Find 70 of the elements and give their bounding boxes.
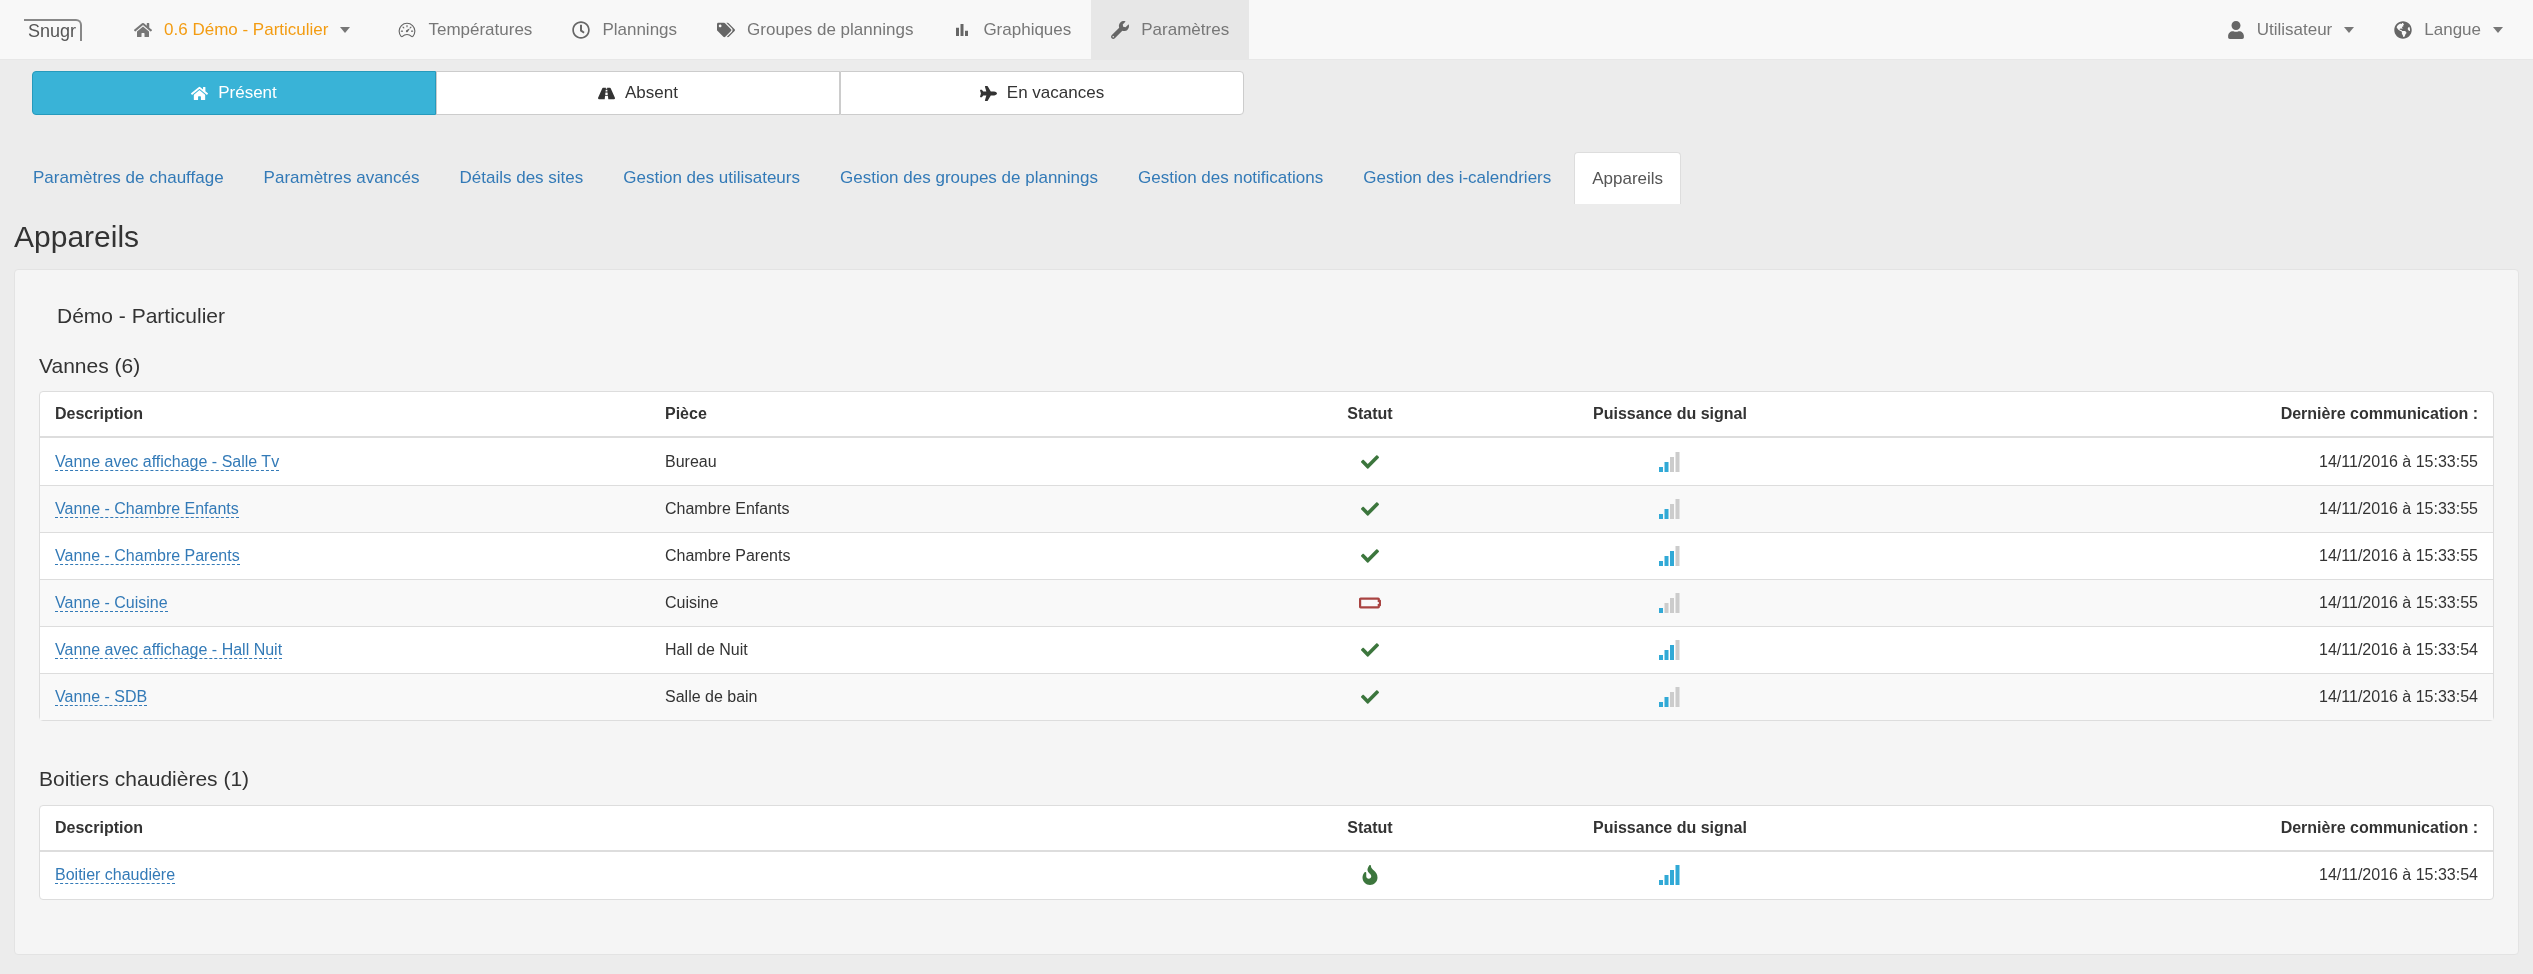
nav-item[interactable]: Températures: [378, 0, 553, 59]
timestamp-cell: 14/11/2016 à 15:33:54: [2319, 866, 2478, 883]
caret-icon: [340, 26, 351, 33]
mode-button[interactable]: En vacances: [840, 71, 1244, 115]
user-icon: [2226, 20, 2245, 39]
check-icon: [1361, 500, 1379, 518]
caret-icon: [2344, 26, 2355, 33]
nav-item[interactable]: Groupes de plannings: [697, 0, 934, 59]
logo[interactable]: Snugr: [24, 18, 83, 41]
device-link[interactable]: Vanne - Cuisine: [55, 594, 168, 612]
column-header: Dernière communication :: [2280, 405, 2478, 422]
timestamp-cell: 14/11/2016 à 15:33:55: [2319, 500, 2478, 517]
column-header: Statut: [1347, 818, 1393, 836]
device-link[interactable]: Vanne avec affichage - Salle Tv: [55, 452, 280, 471]
nav-dropdown[interactable]: Utilisateur: [2206, 0, 2375, 59]
device-link[interactable]: Boitier chaudière: [55, 866, 176, 884]
flame-icon: [1361, 865, 1379, 885]
check-icon: [1361, 547, 1379, 565]
home-icon: [191, 84, 209, 102]
column-header: Description: [55, 818, 143, 836]
check-icon: [1361, 641, 1379, 659]
nav-item[interactable]: Paramètres: [1091, 0, 1250, 59]
column-header: Statut: [1347, 405, 1393, 422]
globe-icon: [2394, 20, 2413, 39]
mode-button[interactable]: Absent: [436, 71, 840, 115]
gauge-icon: [398, 20, 417, 39]
timestamp-cell: 14/11/2016 à 15:33:54: [2319, 641, 2478, 658]
timestamp-cell: 14/11/2016 à 15:33:55: [2319, 594, 2478, 611]
plane-icon: [979, 84, 997, 102]
room-cell: Hall de Nuit: [665, 641, 748, 658]
column-header: Puissance du signal: [1593, 818, 1747, 836]
room-cell: Chambre Parents: [665, 547, 791, 564]
nav-item[interactable]: Graphiques: [933, 0, 1092, 59]
check-icon: [1361, 452, 1379, 471]
timestamp-cell: 14/11/2016 à 15:33:55: [2319, 452, 2478, 470]
tags-icon: [717, 20, 736, 39]
clock-icon: [572, 20, 591, 39]
section-title: Boitiers chaudières (1): [39, 766, 251, 792]
device-link[interactable]: Vanne avec affichage - Hall Nuit: [55, 641, 283, 659]
room-cell: Salle de bain: [665, 688, 758, 705]
room-cell: Cuisine: [665, 594, 719, 611]
room-cell: Chambre Enfants: [665, 500, 790, 517]
settings-tab[interactable]: Détails des sites: [442, 152, 601, 204]
settings-tab[interactable]: Paramètres de chauffage: [16, 152, 241, 204]
column-header: Pièce: [665, 405, 707, 422]
caret-icon: [2493, 26, 2503, 33]
settings-tab[interactable]: Appareils: [1574, 152, 1682, 204]
device-link[interactable]: Vanne - Chambre Parents: [55, 547, 240, 565]
wrench-icon: [1111, 20, 1130, 39]
settings-tab[interactable]: Gestion des groupes de plannings: [823, 152, 1115, 204]
mode-button[interactable]: Présent: [32, 71, 436, 115]
device-link[interactable]: Vanne - SDB: [55, 688, 148, 706]
site-name: Démo - Particulier: [56, 303, 227, 329]
check-icon: [1361, 688, 1379, 706]
nav-item[interactable]: Plannings: [552, 0, 698, 59]
timestamp-cell: 14/11/2016 à 15:33:55: [2319, 547, 2478, 564]
room-cell: Bureau: [665, 452, 717, 470]
timestamp-cell: 14/11/2016 à 15:33:54: [2319, 688, 2478, 705]
column-header: Dernière communication :: [2280, 818, 2478, 836]
section-title: Vannes (6): [39, 352, 142, 379]
column-header: Puissance du signal: [1593, 405, 1747, 422]
home-icon: [134, 20, 153, 39]
settings-tab[interactable]: Paramètres avancés: [246, 152, 437, 204]
settings-tab[interactable]: Gestion des notifications: [1121, 152, 1341, 204]
settings-tab[interactable]: Gestion des utilisateurs: [606, 152, 817, 204]
settings-tab[interactable]: Gestion des i-calendriers: [1346, 152, 1569, 204]
nav-dropdown[interactable]: Langue: [2374, 0, 2523, 59]
page-title: Appareils: [13, 219, 141, 255]
device-link[interactable]: Vanne - Chambre Enfants: [55, 500, 239, 518]
column-header: Description: [55, 405, 143, 422]
